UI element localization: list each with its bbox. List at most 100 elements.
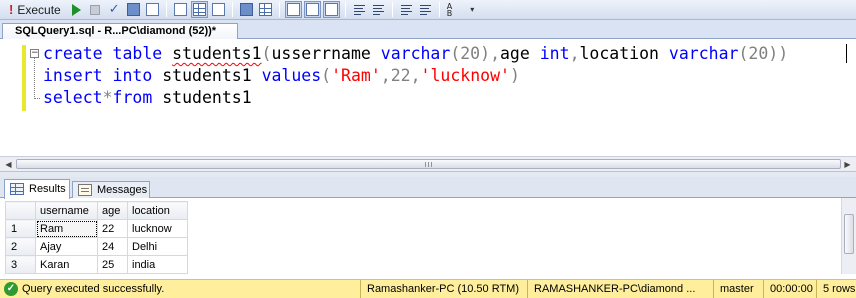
toolbar-overflow-button[interactable]: ▾ [464,1,481,18]
column-header-location[interactable]: location [127,201,188,220]
grid-cell[interactable]: 25 [97,255,128,274]
toolbar-separator [391,2,393,17]
results-to-file-button[interactable] [210,1,227,18]
specify-values-button[interactable]: AB [445,1,462,18]
row-number[interactable]: 3 [5,255,36,274]
results-grid-icon [10,183,24,195]
grid-cell[interactable]: 22 [97,219,128,238]
code-token: , [490,44,500,63]
code-token: values [261,66,322,85]
code-token-string: 'lucknow' [420,66,510,85]
include-actual-plan-button[interactable] [238,1,255,18]
sqlcmd-icon [305,3,319,16]
specify-values-icon: AB [446,2,453,18]
messages-icon [78,184,92,196]
query-status-bar: ✓ Query executed successfully. Ramashank… [0,279,856,298]
comment-button[interactable] [351,1,368,18]
column-header-username[interactable]: username [35,201,98,220]
stop-icon [90,4,101,15]
scrollbar-thumb[interactable] [16,159,841,169]
status-message-text: Query executed successfully. [22,283,165,295]
code-token-string: 'Ram' [331,66,381,85]
results-grid: username age location 1 Ram 22 lucknow 2… [5,201,188,274]
uncomment-button[interactable] [370,1,387,18]
code-token-error: students1 [172,44,262,63]
grid-cell[interactable]: Delhi [127,237,188,256]
editor-horizontal-scrollbar[interactable]: ◀ ▶ [0,156,856,171]
row-number[interactable]: 1 [5,219,36,238]
code-token: ) [509,66,520,85]
toolbar-separator [165,2,167,17]
parse-button[interactable]: ✓ [106,1,123,18]
query-options-button[interactable] [284,1,302,18]
code-token: * [102,88,113,107]
grid-cell[interactable]: Ajay [35,237,98,256]
results-to-grid-icon [192,3,206,16]
grid-cell[interactable]: Karan [35,255,98,274]
toolbar-separator [278,2,280,17]
status-login: RAMASHANKER-PC\diamond ... [527,280,713,298]
results-to-grid-button[interactable] [190,1,208,18]
grid-corner-cell[interactable] [5,201,36,220]
sqlcmd-mode-button[interactable] [303,1,321,18]
client-statistics-icon [258,3,272,16]
code-token: select [43,88,103,107]
debug-button[interactable] [68,1,85,18]
success-check-icon: ✓ [4,282,18,296]
outline-collapse-button[interactable]: − [30,49,39,58]
code-token: , [569,44,580,63]
results-to-text-button[interactable] [172,1,189,18]
query-options-icon [286,3,300,16]
execute-button[interactable]: ! Execute [4,1,66,18]
results-to-file-icon [211,3,225,16]
grid-cell[interactable]: Ram [35,219,98,238]
status-message: ✓ Query executed successfully. [4,282,164,296]
display-estimated-plan-button[interactable] [125,1,142,18]
grid-cell[interactable]: india [127,255,188,274]
toolbar-separator [344,2,346,17]
scrollbar-thumb[interactable] [844,214,854,254]
outline-guide [34,58,35,99]
column-header-age[interactable]: age [97,201,128,220]
query-designer-icon [145,3,159,16]
decrease-indent-button[interactable] [398,1,415,18]
code-token: ( [321,66,332,85]
code-token: varchar [668,44,739,63]
code-token: students1 [162,66,262,85]
chevron-down-icon: ▾ [470,5,475,14]
tab-results[interactable]: Results [4,179,70,199]
outline-guide-end [34,98,40,99]
code-token: create table [43,44,173,63]
scroll-left-icon[interactable]: ◀ [2,159,15,170]
debug-icon [71,3,81,16]
code-token: location [579,44,669,63]
code-token: int [539,44,570,63]
status-server: Ramashanker-PC (10.50 RTM) [360,280,527,298]
cancel-query-button[interactable] [87,1,104,18]
toolbar-separator [231,2,233,17]
code-token: (20) [450,44,491,63]
tab-sqlquery1[interactable]: SQLQuery1.sql - R...PC\diamond (52))* [2,23,238,39]
code-token: (20)) [738,44,789,63]
tab-messages[interactable]: Messages [72,181,150,198]
scroll-right-icon[interactable]: ▶ [841,159,854,170]
display-plan-icon [126,3,140,16]
decrease-indent-icon [399,3,413,16]
client-statistics-button[interactable] [257,1,274,18]
grid-cell[interactable]: lucknow [127,219,188,238]
row-number[interactable]: 2 [5,237,36,256]
results-to-text-icon [173,3,187,16]
increase-indent-icon [418,3,432,16]
text-caret [846,44,847,63]
code-token: age [500,44,540,63]
status-elapsed-time: 00:00:00 [763,280,816,298]
intellisense-button[interactable] [322,1,340,18]
table-row: 1 Ram 22 lucknow [5,219,188,238]
query-designer-button[interactable] [144,1,161,18]
grid-header-row: username age location [5,201,188,220]
increase-indent-button[interactable] [417,1,434,18]
grid-vertical-scrollbar[interactable] [841,198,856,274]
query-editor[interactable]: − create table students1(usserrname varc… [0,40,856,156]
grid-cell[interactable]: 24 [97,237,128,256]
code-line-1: create table students1(usserrname varcha… [43,43,788,65]
